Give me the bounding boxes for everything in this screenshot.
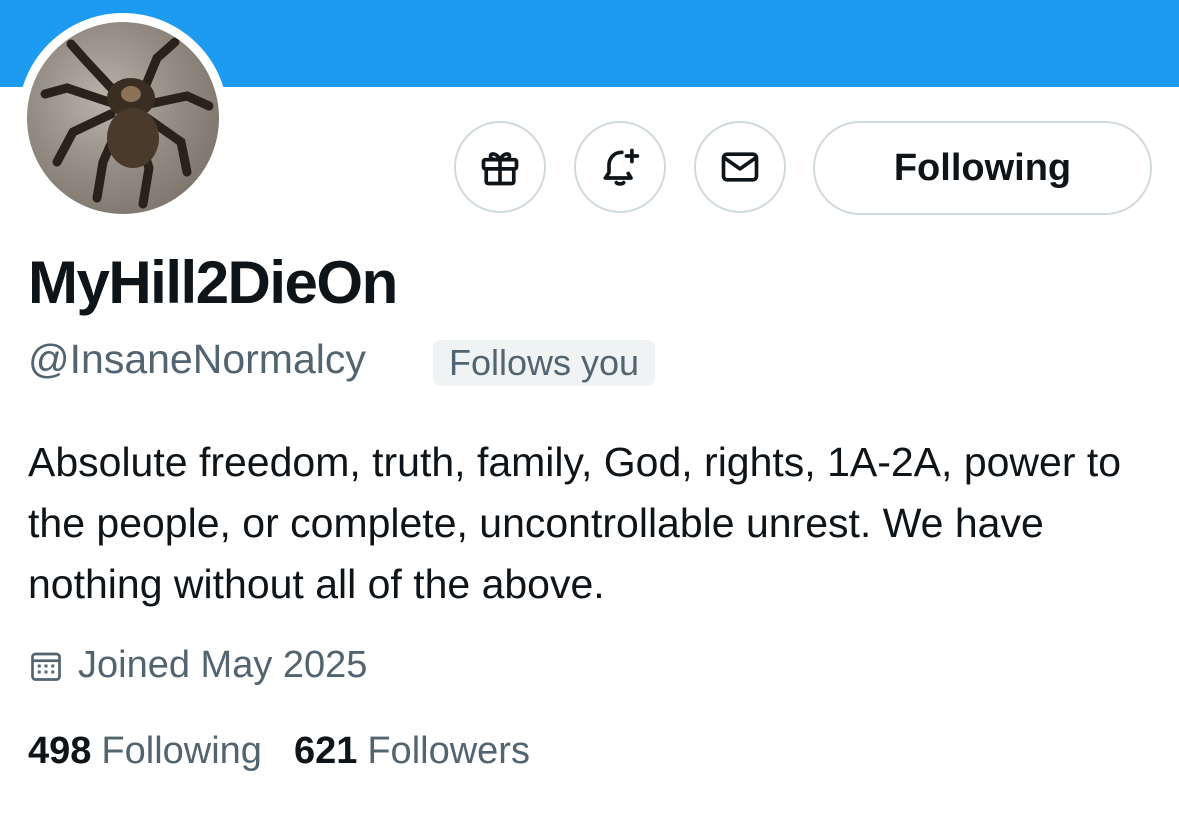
following-label: Following (101, 730, 262, 772)
calendar-icon (31, 652, 61, 681)
tarantula-photo (40, 37, 214, 209)
following-button[interactable]: Following (813, 121, 1152, 215)
avatar[interactable] (27, 22, 219, 214)
username-handle: @InsaneNormalcy (28, 336, 366, 382)
follows-you-badge: Follows you (433, 340, 656, 386)
gift-icon (481, 152, 519, 186)
gift-button[interactable] (454, 121, 546, 213)
message-button[interactable] (694, 121, 786, 213)
follow-stats: 498 Following 621 Followers (28, 730, 530, 773)
followers-label: Followers (367, 730, 530, 772)
notifications-button[interactable] (574, 121, 666, 213)
followers-count: 621 (293, 730, 358, 772)
join-date-text: Joined May 2025 (78, 644, 368, 686)
envelope-icon (721, 152, 759, 182)
following-count: 498 (28, 730, 92, 772)
following-count-link[interactable]: 498 Following (28, 730, 262, 773)
profile-bio: Absolute freedom, truth, family, God, ri… (28, 439, 1122, 607)
join-date: Joined May 2025 (28, 644, 367, 687)
bell-plus-icon (603, 148, 640, 186)
display-name: MyHill2DieOn (28, 249, 398, 316)
followers-count-link[interactable]: 621 Followers (294, 730, 530, 773)
